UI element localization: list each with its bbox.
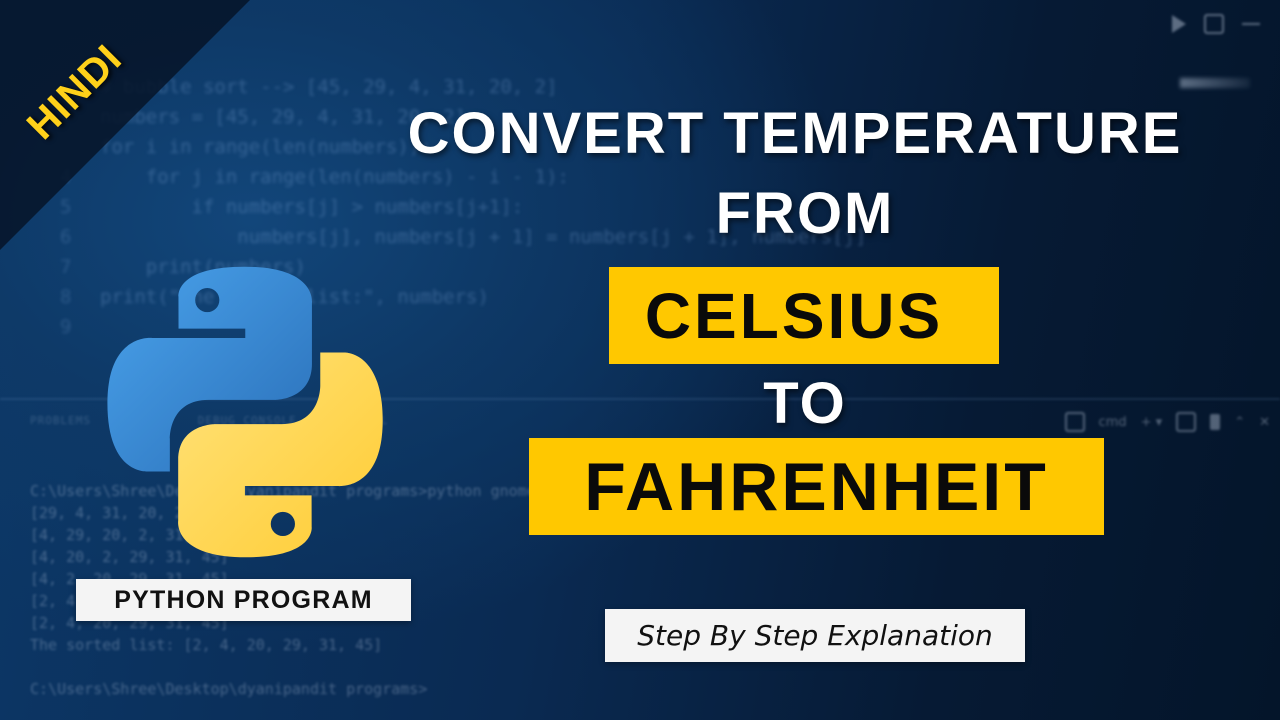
title-line-1: CONVERT TEMPERATURE xyxy=(407,101,1183,166)
terminal-label: cmd xyxy=(1098,414,1127,430)
title-line-2: FROM xyxy=(715,181,895,246)
more-icon xyxy=(1242,23,1260,25)
terminal-toolbar: cmd + ▾ ⌃ ✕ xyxy=(1064,412,1270,432)
close-icon: ✕ xyxy=(1259,414,1270,430)
fahrenheit-text: FAHRENHEIT xyxy=(584,448,1049,525)
step-by-step-label: Step By Step Explanation xyxy=(605,609,1025,662)
split-terminal-icon xyxy=(1176,412,1197,432)
split-editor-icon xyxy=(1204,14,1224,34)
terminal-line: The sorted list: [2, 4, 20, 29, 31, 45] xyxy=(30,636,383,654)
terminal-line: C:\Users\Shree\Desktop\dyanipandit progr… xyxy=(30,680,428,698)
celsius-highlight: CELSIUS xyxy=(609,267,999,364)
python-logo-icon xyxy=(107,266,383,558)
line-number: 9 xyxy=(60,316,72,338)
python-program-label: PYTHON PROGRAM xyxy=(76,579,411,621)
run-icon xyxy=(1172,15,1186,33)
line-number: 8 xyxy=(60,286,72,308)
editor-toolbar xyxy=(1172,14,1260,34)
terminal-icon xyxy=(1064,412,1085,432)
title-connector: TO xyxy=(763,371,847,436)
add-terminal-icon: + ▾ xyxy=(1140,414,1163,430)
trash-icon xyxy=(1210,414,1221,430)
line-number: 7 xyxy=(60,256,72,278)
chevron-up-icon: ⌃ xyxy=(1234,414,1246,430)
fahrenheit-highlight: FAHRENHEIT xyxy=(529,438,1104,535)
minimap xyxy=(1180,78,1250,88)
celsius-text: CELSIUS xyxy=(644,279,944,352)
